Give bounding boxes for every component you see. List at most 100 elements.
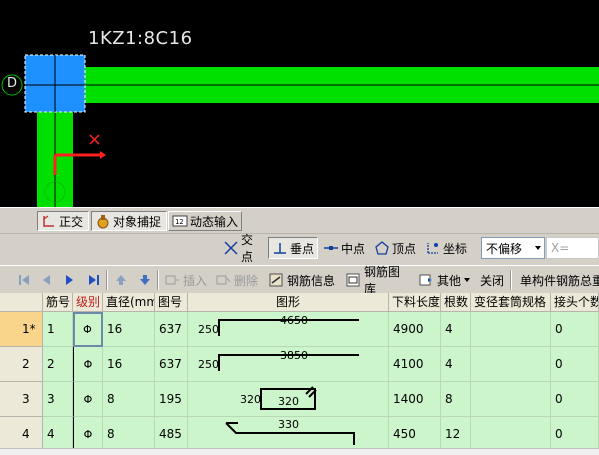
last-record-button[interactable] <box>84 269 100 291</box>
snap-perpendicular[interactable]: 垂点 <box>268 237 318 259</box>
cell-diameter[interactable]: 8 <box>103 382 155 417</box>
cell-grade[interactable]: Φ <box>73 382 103 417</box>
col-header-shape-no[interactable]: 图号 <box>155 293 188 312</box>
shape-dim-top: 4650 <box>280 314 308 327</box>
cell-joints[interactable]: 0 <box>551 312 599 347</box>
table-row[interactable]: 1* 1 Φ 16 637 250 4650 4900 4 0 <box>0 312 599 347</box>
dynamic-input-toggle[interactable]: 12 动态输入 <box>168 211 242 231</box>
cell-sleeve[interactable] <box>471 417 551 452</box>
object-snap-label: 对象捕捉 <box>113 214 162 229</box>
col-header-count[interactable]: 根数 <box>441 293 471 312</box>
move-up-button[interactable] <box>111 269 127 291</box>
cell-joints[interactable]: 0 <box>551 382 599 417</box>
offset-select[interactable]: 不偏移 <box>481 237 545 259</box>
vertex-icon <box>374 240 390 256</box>
cell-count[interactable]: 4 <box>441 312 471 347</box>
grade-symbol: Φ <box>83 428 93 441</box>
col-header-cut-length[interactable]: 下料长度 <box>389 293 441 312</box>
close-label: 关闭 <box>480 273 505 288</box>
cell-grade[interactable]: Φ <box>73 347 103 382</box>
cell-cut-length[interactable]: 1400 <box>389 382 441 417</box>
cell-grade[interactable]: Φ <box>73 312 103 347</box>
arrow-up-icon <box>113 272 129 288</box>
cell-bar-no[interactable]: 2 <box>43 347 73 382</box>
x-field-label: X= <box>551 241 570 255</box>
snap-intersection-label: 交点 <box>241 233 254 264</box>
delete-label: 删除 <box>234 273 259 288</box>
cell-bar-no[interactable]: 3 <box>43 382 73 417</box>
first-record-button[interactable] <box>14 269 30 291</box>
col-header-diameter[interactable]: 直径(mm) <box>103 293 155 312</box>
cell-sleeve[interactable] <box>471 382 551 417</box>
prev-record-button[interactable] <box>36 269 52 291</box>
grade-symbol: Φ <box>83 358 93 371</box>
col-header-joints[interactable]: 接头个数 <box>551 293 599 312</box>
ortho-toggle[interactable]: 正交 <box>37 211 89 231</box>
row-header[interactable]: 4 <box>0 417 43 452</box>
rebar-info-button[interactable]: 钢筋信息 <box>266 269 338 291</box>
table-row[interactable]: 3 3 Φ 8 195 320 320 1400 8 0 <box>0 382 599 417</box>
grade-symbol: Φ <box>83 323 92 336</box>
cell-shape[interactable]: 250 4650 <box>188 312 389 347</box>
cell-grade[interactable]: Φ <box>73 417 103 452</box>
cell-shape[interactable]: 330 <box>188 417 389 452</box>
other-menu-button[interactable]: 其他 <box>416 269 472 291</box>
grade-symbol: Φ <box>83 393 93 406</box>
cell-bar-no[interactable]: 1 <box>43 312 73 347</box>
chevron-down-icon <box>535 246 541 250</box>
cell-count[interactable]: 4 <box>441 347 471 382</box>
delete-row-icon <box>215 272 231 288</box>
cell-count[interactable]: 12 <box>441 417 471 452</box>
insert-button[interactable]: 插入 <box>162 269 210 291</box>
col-header-grade[interactable]: 级别 <box>73 293 103 312</box>
close-button[interactable]: 关闭 <box>478 269 506 291</box>
snap-vertex[interactable]: 顶点 <box>371 237 421 259</box>
cell-joints[interactable]: 0 <box>551 417 599 452</box>
x-coordinate-input[interactable]: X= <box>546 237 599 259</box>
cell-shape-no[interactable]: 485 <box>155 417 188 452</box>
object-snap-toggle[interactable]: 对象捕捉 <box>91 211 167 231</box>
cell-diameter[interactable]: 16 <box>103 312 155 347</box>
cell-shape-no[interactable]: 637 <box>155 312 188 347</box>
cell-cut-length[interactable]: 4900 <box>389 312 441 347</box>
cell-diameter[interactable]: 16 <box>103 347 155 382</box>
cad-canvas[interactable]: 1KZ1:8C16 D <box>0 0 599 207</box>
snap-coordinate[interactable]: 坐标 <box>422 237 472 259</box>
table-row[interactable]: 4 4 Φ 8 485 330 450 12 0 <box>0 417 599 452</box>
col-header-shape[interactable]: 图形 <box>188 293 389 312</box>
horizontal-scrollbar[interactable] <box>0 448 599 455</box>
cell-sleeve[interactable] <box>471 347 551 382</box>
table-row[interactable]: 2 2 Φ 16 637 250 3850 4100 4 0 <box>0 347 599 382</box>
cell-cut-length[interactable]: 450 <box>389 417 441 452</box>
cell-diameter[interactable]: 8 <box>103 417 155 452</box>
next-record-button[interactable] <box>60 269 76 291</box>
row-header[interactable]: 2 <box>0 347 43 382</box>
cell-shape[interactable]: 250 3850 <box>188 347 389 382</box>
table-corner <box>0 293 43 312</box>
cell-shape[interactable]: 320 320 <box>188 382 389 417</box>
arrow-down-icon <box>137 272 153 288</box>
cell-sleeve[interactable] <box>471 312 551 347</box>
row-header[interactable]: 1* <box>0 312 43 347</box>
summary-weight-label: 单构件钢筋总重 <box>520 273 599 288</box>
col-header-bar-no[interactable]: 筋号 <box>43 293 73 312</box>
intersection-icon <box>223 240 239 256</box>
cell-bar-no[interactable]: 4 <box>43 417 73 452</box>
cell-shape-no[interactable]: 195 <box>155 382 188 417</box>
row-header[interactable]: 3 <box>0 382 43 417</box>
cell-joints[interactable]: 0 <box>551 347 599 382</box>
cell-count[interactable]: 8 <box>441 382 471 417</box>
col-header-sleeve[interactable]: 变径套筒规格 <box>471 293 551 312</box>
rebar-editor-window: 1KZ1:8C16 D 正交 对象捕捉 12 动态输入 交点 垂点 中点 顶点 … <box>0 0 599 455</box>
snap-toggle-bar: 正交 对象捕捉 12 动态输入 <box>0 207 599 233</box>
summary-weight-button[interactable]: 单构件钢筋总重 <box>518 269 599 291</box>
move-down-button[interactable] <box>135 269 151 291</box>
delete-button[interactable]: 删除 <box>213 269 261 291</box>
rebar-library-button[interactable]: 钢筋图库 <box>343 265 413 296</box>
cell-shape-no[interactable]: 637 <box>155 347 188 382</box>
cell-cut-length[interactable]: 4100 <box>389 347 441 382</box>
snap-vertex-label: 顶点 <box>392 241 417 256</box>
snap-midpoint[interactable]: 中点 <box>320 237 368 259</box>
snap-intersection[interactable]: 交点 <box>220 233 266 264</box>
snap-perpendicular-label: 垂点 <box>290 241 315 256</box>
